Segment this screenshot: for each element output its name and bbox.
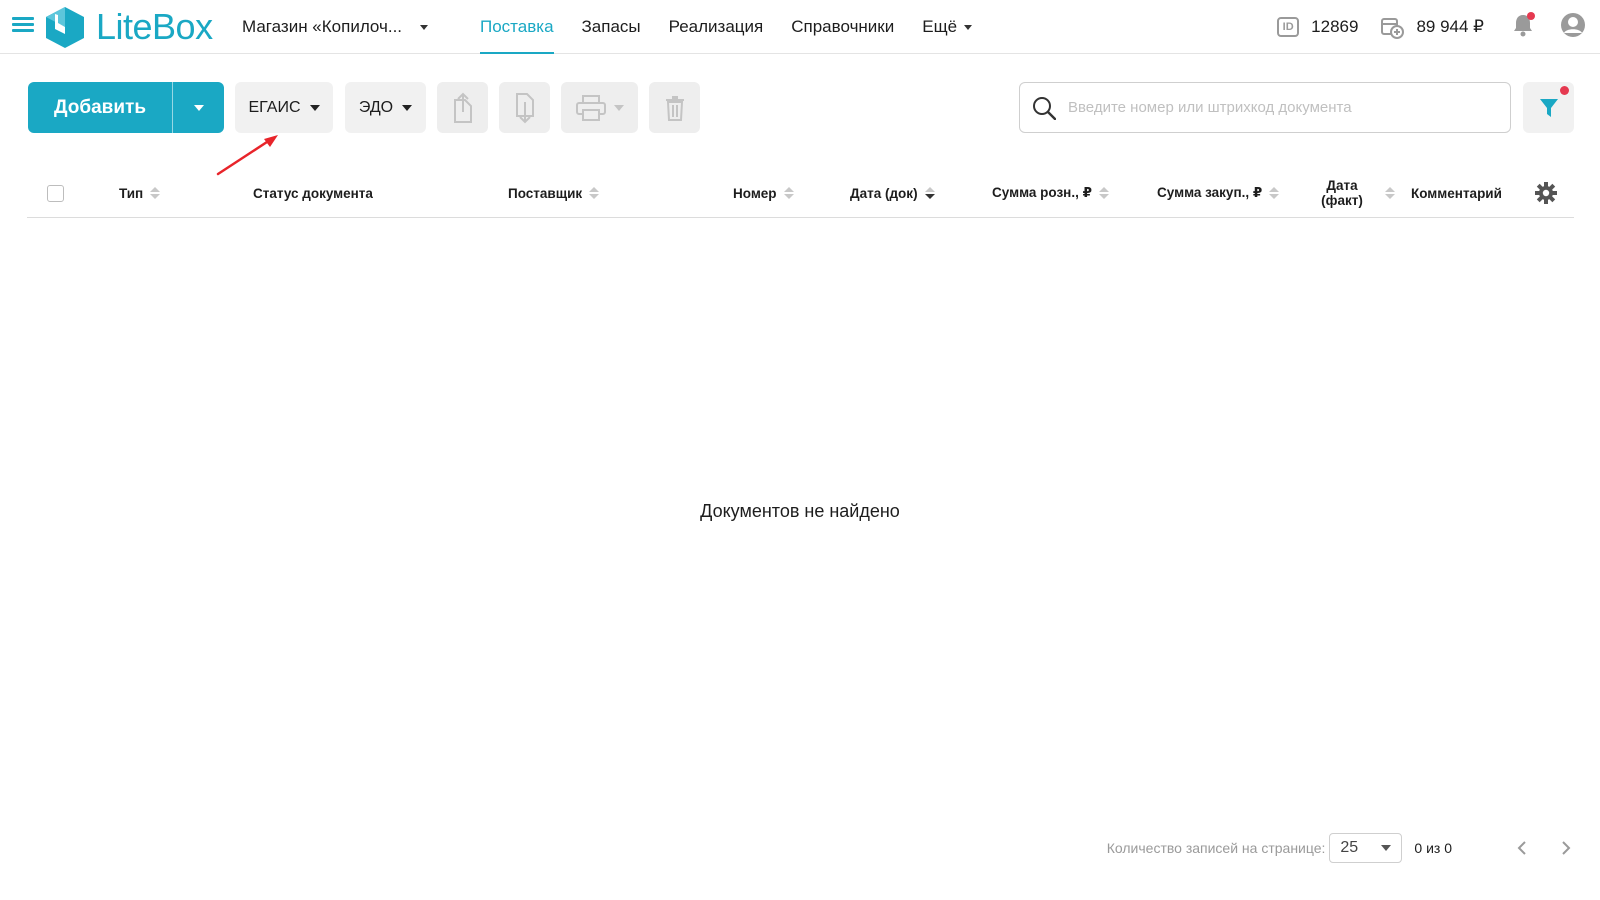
column-label: Статус документа <box>253 185 373 201</box>
menu-icon[interactable] <box>12 17 34 37</box>
chevron-left-icon <box>1517 841 1526 855</box>
sort-icon <box>1098 187 1109 199</box>
column-label: Дата (док) <box>850 185 918 201</box>
column-label-line: Дата <box>1326 178 1358 193</box>
main-nav: Поставка Запасы Реализация Справочники Е… <box>466 0 986 54</box>
import-button[interactable] <box>499 82 550 133</box>
wallet-add-icon[interactable] <box>1380 15 1405 39</box>
nav-item-sales[interactable]: Реализация <box>655 0 778 54</box>
nav-item-references[interactable]: Справочники <box>777 0 908 54</box>
brand-name: LiteBox <box>96 6 213 47</box>
sort-icon <box>783 187 794 199</box>
upload-document-icon <box>453 92 472 123</box>
add-dropdown-button[interactable] <box>173 82 224 133</box>
sort-icon <box>1385 187 1395 199</box>
user-icon <box>1561 12 1585 37</box>
notifications-button[interactable] <box>1512 11 1535 42</box>
search-icon <box>1033 96 1056 120</box>
header-status: ID 12869 89 944 ₽ <box>1277 0 1586 54</box>
chevron-down-icon <box>420 24 429 30</box>
per-page-select[interactable]: 25 <box>1329 833 1403 863</box>
nav-label: Запасы <box>581 17 641 36</box>
column-purchase-sum[interactable]: Сумма закуп., ₽ <box>1157 168 1280 218</box>
chevron-down-icon <box>193 104 204 111</box>
sort-icon <box>1269 187 1280 199</box>
column-label: Поставщик <box>508 185 583 201</box>
column-retail-sum[interactable]: Сумма розн., ₽ <box>992 168 1109 218</box>
funnel-icon <box>1539 98 1558 117</box>
sort-icon <box>589 187 600 199</box>
column-supplier[interactable]: Поставщик <box>508 168 600 218</box>
column-status[interactable]: Статус документа <box>253 168 373 218</box>
table-header: Тип Статус документа Поставщик Номер Дат… <box>27 168 1574 218</box>
per-page-value: 25 <box>1340 839 1359 856</box>
column-label: Дата (факт) <box>1317 178 1367 208</box>
add-split-button: Добавить <box>28 82 224 133</box>
pagination: Количество записей на странице: 25 0 из … <box>1107 833 1580 863</box>
next-page-button[interactable] <box>1552 834 1580 862</box>
nav-item-supply[interactable]: Поставка <box>466 0 568 54</box>
column-label-line: (факт) <box>1321 193 1363 208</box>
account-id: 12869 <box>1311 17 1359 36</box>
column-label: Тип <box>119 185 144 201</box>
empty-state-text: Документов не найдено <box>700 501 900 521</box>
delete-button[interactable] <box>649 82 700 133</box>
column-label: Сумма розн., ₽ <box>992 185 1092 200</box>
filter-active-dot <box>1560 86 1569 95</box>
column-number[interactable]: Номер <box>733 168 794 218</box>
nav-label: Ещё <box>922 17 958 36</box>
logo[interactable]: LiteBox <box>44 4 213 50</box>
sort-desc-icon <box>924 187 935 199</box>
select-all-checkbox[interactable] <box>47 185 64 202</box>
gear-icon[interactable] <box>1535 182 1557 204</box>
column-label: Сумма закуп., ₽ <box>1157 185 1263 200</box>
store-name: Магазин «Копилоч... <box>242 17 403 36</box>
print-button[interactable] <box>561 82 638 133</box>
column-type[interactable]: Тип <box>119 168 161 218</box>
store-selector[interactable]: Магазин «Копилоч... <box>242 17 429 37</box>
per-page-label: Количество записей на странице: <box>1106 840 1326 856</box>
export-button[interactable] <box>437 82 488 133</box>
egais-button[interactable]: ЕГАИС <box>235 82 333 133</box>
chevron-down-icon <box>402 104 413 111</box>
records-count: 0 из 0 <box>1414 840 1452 856</box>
balance: 89 944 ₽ <box>1416 17 1484 36</box>
trash-icon <box>665 95 684 121</box>
edo-button[interactable]: ЭДО <box>345 82 426 133</box>
filter-button[interactable] <box>1523 82 1574 133</box>
notification-dot <box>1527 11 1535 20</box>
chevron-down-icon <box>613 104 624 111</box>
add-button[interactable]: Добавить <box>28 82 173 133</box>
user-menu[interactable] <box>1560 12 1586 43</box>
chevron-down-icon <box>964 24 973 30</box>
nav-label: Реализация <box>668 17 764 36</box>
column-label: Номер <box>733 185 777 201</box>
chevron-down-icon <box>309 104 320 111</box>
printer-icon <box>575 94 606 121</box>
search-box[interactable] <box>1019 82 1511 133</box>
egais-label: ЕГАИС <box>248 98 301 116</box>
id-card-icon: ID <box>1277 17 1300 37</box>
sort-icon <box>150 187 161 199</box>
nav-label: Справочники <box>791 17 895 36</box>
column-doc-date[interactable]: Дата (док) <box>850 168 935 218</box>
prev-page-button[interactable] <box>1508 834 1536 862</box>
column-fact-date[interactable]: Дата (факт) <box>1317 168 1395 218</box>
column-label: Комментарий <box>1411 185 1502 201</box>
chevron-down-icon <box>1381 845 1392 851</box>
search-input[interactable] <box>1068 99 1488 116</box>
nav-item-stock[interactable]: Запасы <box>568 0 655 54</box>
download-document-icon <box>515 92 534 123</box>
nav-label: Поставка <box>480 17 554 36</box>
edo-label: ЭДО <box>358 98 394 116</box>
column-comment[interactable]: Комментарий <box>1411 168 1502 218</box>
litebox-logo-icon <box>46 7 84 48</box>
chevron-right-icon <box>1562 841 1571 855</box>
top-bar: LiteBox Магазин «Копилоч... Поставка Зап… <box>0 0 1600 54</box>
nav-item-more[interactable]: Ещё <box>908 0 986 54</box>
